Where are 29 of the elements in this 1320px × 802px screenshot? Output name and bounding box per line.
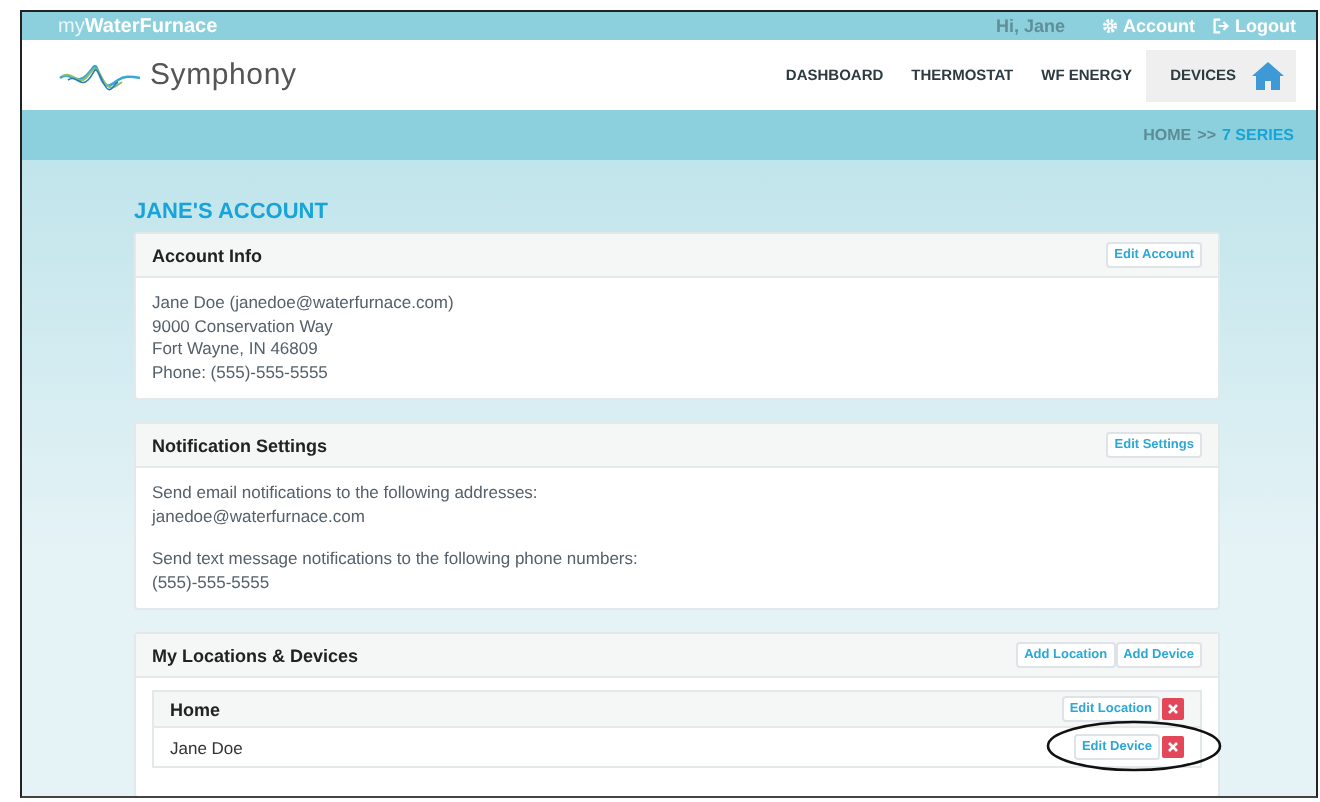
body-text: janedoe@waterfurnace.com [152, 505, 367, 528]
breadcrumb-separator: >> [1197, 126, 1216, 144]
gear-icon [1101, 18, 1117, 34]
delete-button[interactable] [1162, 736, 1184, 758]
body-text: Jane Doe (janedoe@waterfurnace.com) [152, 292, 456, 315]
page-title: JANE'S ACCOUNT [134, 200, 330, 224]
brand-name: myWaterFurnace [58, 15, 218, 37]
body-text: (555)-555-5555 [152, 571, 272, 594]
breadcrumb-link[interactable]: 7 SERIES [1221, 126, 1294, 144]
home-icon [1252, 61, 1284, 89]
device-name: Jane Doe [170, 737, 243, 757]
delete-button[interactable] [1162, 698, 1184, 720]
close-icon [1168, 704, 1178, 714]
breadcrumb-link[interactable]: HOME [1143, 126, 1192, 144]
body-text: Send text message notifications to the following phone numbers: [152, 548, 640, 571]
card-title: My Locations & Devices [152, 645, 361, 665]
location-name: Home [170, 699, 221, 719]
body-text: Send email notifications to the following addresses: [152, 482, 540, 505]
logo-text: Symphony [150, 58, 297, 92]
account-link[interactable]: Account [1101, 16, 1195, 36]
body-text: Fort Wayne, IN 46809 [152, 338, 320, 361]
card-title: Notification Settings [152, 435, 329, 455]
body-text: Phone: (555)-555-5555 [152, 361, 330, 384]
card-title: Account Info [152, 245, 264, 265]
greeting: Hi, Jane [995, 16, 1065, 36]
logout-link[interactable]: Logout [1211, 16, 1296, 36]
logout-icon [1211, 18, 1229, 34]
body-text: 9000 Conservation Way [152, 315, 335, 338]
close-icon [1168, 742, 1178, 752]
